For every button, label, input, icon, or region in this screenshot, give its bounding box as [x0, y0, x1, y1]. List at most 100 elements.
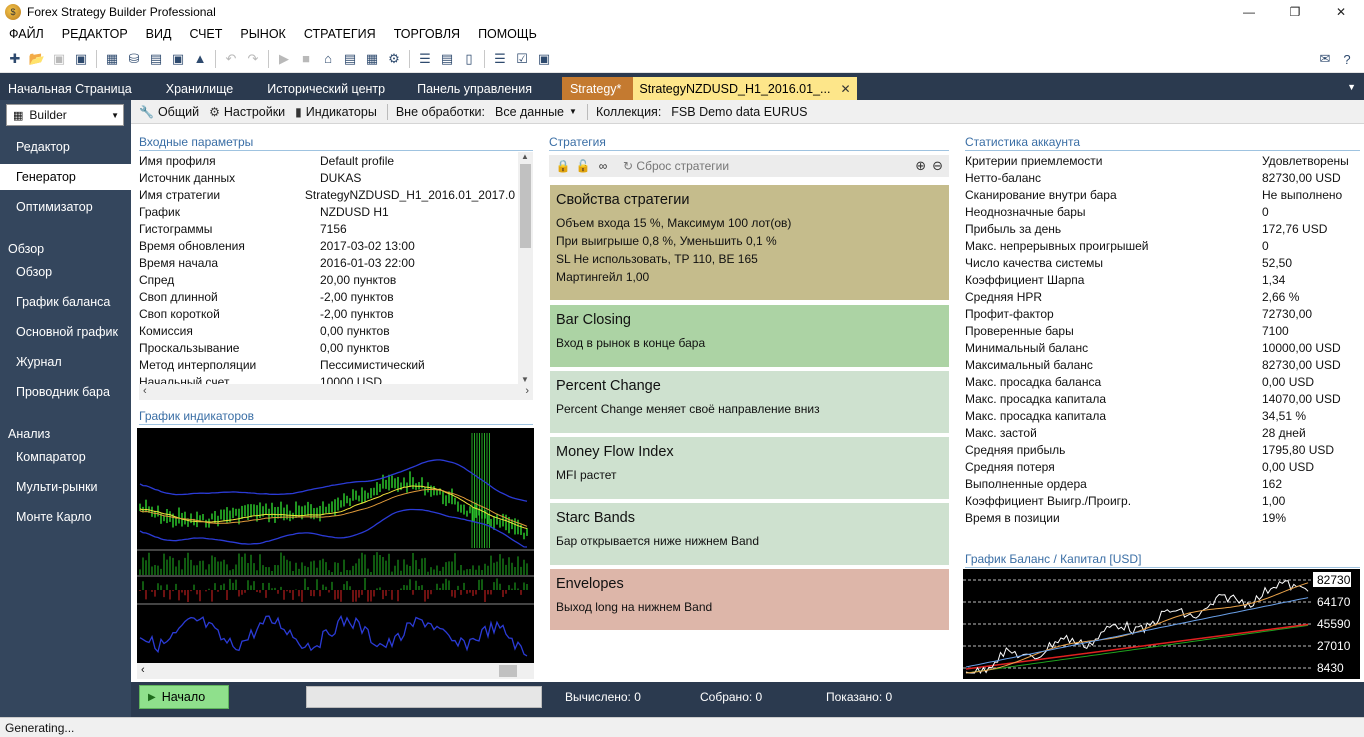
tab-strategy[interactable]: Strategy*	[561, 77, 634, 100]
strategy-slot-cond[interactable]: Money Flow Index MFI растет	[550, 437, 949, 499]
collection-value[interactable]: FSB Demo data EURUS	[671, 105, 807, 119]
strategy-slot-close[interactable]: Envelopes Выход long на нижнем Band	[550, 569, 949, 630]
scroll-left-icon[interactable]: ‹	[141, 664, 145, 676]
scrollbar-thumb[interactable]	[520, 164, 531, 248]
menu-editor[interactable]: РЕДАКТОР	[53, 27, 137, 41]
tab-strategy-file[interactable]: StrategyNZDUSD_H1_2016.01_... ✕	[633, 77, 857, 100]
sidebar-item-bar-explorer[interactable]: Проводник бара	[0, 379, 131, 405]
indicator-chart-svg	[137, 433, 534, 657]
params-horizontal-scrollbar[interactable]: ‹ ›	[139, 384, 533, 400]
param-value: Пессимистический	[320, 357, 425, 372]
param-value: 7156	[320, 221, 347, 236]
menu-file[interactable]: ФАЙЛ	[0, 27, 53, 41]
home-icon[interactable]: ⌂	[318, 49, 338, 69]
param-row: Имя профиля Default profile	[139, 152, 515, 169]
scroll-up-icon[interactable]: ▲	[521, 152, 529, 161]
sidebar-item-monte-carlo[interactable]: Монте Карло	[0, 504, 131, 530]
toolbar-divider	[484, 49, 485, 68]
folder-list-icon[interactable]: ▤	[437, 49, 457, 69]
play-icon[interactable]: ▶	[274, 49, 294, 69]
close-tab-icon[interactable]: ✕	[840, 82, 850, 96]
new-strategy-icon[interactable]: ✚	[5, 49, 25, 69]
settings-button[interactable]: ⚙ Настройки	[209, 105, 285, 119]
unlock-icon[interactable]: 🔓	[573, 159, 593, 173]
start-button[interactable]: ▶ Начало	[139, 685, 229, 709]
stat-name: Неоднозначные бары	[965, 204, 1086, 219]
tab-repository[interactable]: Хранилище	[146, 77, 248, 100]
strategy-slot-cond[interactable]: Starc Bands Бар открывается ниже нижнем B…	[550, 503, 949, 565]
document-icon[interactable]: ▯	[459, 49, 479, 69]
reset-strategy-button[interactable]: ↻ Сброс стратегии	[623, 159, 729, 173]
scrollbar-thumb[interactable]	[499, 665, 517, 677]
save-icon[interactable]: ▣	[49, 49, 69, 69]
stat-row: Выполненные ордера 162	[965, 475, 1360, 492]
menu-view[interactable]: ВИД	[137, 27, 181, 41]
general-button[interactable]: 🔧 Общий	[139, 105, 199, 119]
menu-trading[interactable]: ТОРГОВЛЯ	[385, 27, 469, 41]
redo-icon[interactable]: ↷	[243, 49, 263, 69]
menu-market[interactable]: РЫНОК	[231, 27, 294, 41]
portfolio-icon[interactable]: ▣	[534, 49, 554, 69]
export-icon[interactable]: ▤	[146, 49, 166, 69]
sidebar-group-overview: Обзор	[8, 242, 45, 256]
scroll-right-icon[interactable]: ›	[525, 385, 529, 397]
builder-selector[interactable]: ▦ Builder ▼	[6, 104, 124, 126]
indicators-icon[interactable]: ☰	[490, 49, 510, 69]
strategy-slot-cond[interactable]: Percent Change Percent Change меняет своё…	[550, 371, 949, 433]
checklist-icon[interactable]: ☑	[512, 49, 532, 69]
history-center-icon[interactable]: ▦	[362, 49, 382, 69]
zoom-out-icon[interactable]: ⊖	[932, 158, 943, 174]
strategy-slot-props[interactable]: Свойства стратегии Объем входа 15 %, Макс…	[550, 185, 949, 300]
help-icon[interactable]: ?	[1337, 49, 1357, 69]
sidebar-item-overview[interactable]: Обзор	[0, 259, 131, 285]
sidebar-item-journal[interactable]: Журнал	[0, 349, 131, 375]
lock-icon[interactable]: 🔒	[553, 159, 573, 173]
out-of-sample-dropdown[interactable]: Все данные ▼	[495, 105, 577, 119]
tab-history-center[interactable]: Исторический центр	[247, 77, 399, 100]
tabs-dropdown-icon[interactable]: ▼	[1347, 82, 1356, 92]
menu-strategy[interactable]: СТРАТЕГИЯ	[295, 27, 385, 41]
link-icon[interactable]: ∞	[593, 159, 613, 173]
load-data-icon[interactable]: ⛁	[124, 49, 144, 69]
sidebar-item-balance-chart[interactable]: График баланса	[0, 289, 131, 315]
market-data-icon[interactable]: ▦	[102, 49, 122, 69]
slot-description: Percent Change меняет своё направление в…	[556, 402, 820, 416]
sidebar-item-generator[interactable]: Генератор	[0, 164, 131, 190]
undo-icon[interactable]: ↶	[221, 49, 241, 69]
indicator-chart-scrollbar[interactable]: ‹	[137, 663, 534, 679]
tab-start-page[interactable]: Начальная Страница	[0, 77, 146, 100]
indicators-button[interactable]: ▮ Индикаторы	[295, 105, 377, 119]
sidebar-item-comparator[interactable]: Компаратор	[0, 444, 131, 470]
list-icon[interactable]: ☰	[415, 49, 435, 69]
sidebar-item-multi-market[interactable]: Мульти-рынки	[0, 474, 131, 500]
toolbar-divider	[268, 49, 269, 68]
zoom-in-icon[interactable]: ⊕	[915, 158, 926, 174]
upper-band-line	[139, 459, 528, 502]
sidebar-item-optimizer[interactable]: Оптимизатор	[0, 194, 131, 220]
minimize-button[interactable]: —	[1226, 0, 1272, 23]
open-folder-icon[interactable]: 📂	[27, 49, 47, 69]
scroll-left-icon[interactable]: ‹	[143, 385, 147, 397]
param-value: 10000 USD	[320, 374, 383, 385]
menu-help[interactable]: ПОМОЩЬ	[469, 27, 546, 41]
save-as-icon[interactable]: ▣	[71, 49, 91, 69]
menu-account[interactable]: СЧЕТ	[180, 27, 231, 41]
disk-icon[interactable]: ▣	[168, 49, 188, 69]
sidebar-item-editor[interactable]: Редактор	[0, 134, 131, 160]
close-window-button[interactable]: ✕	[1318, 0, 1364, 23]
strategy-slot-open[interactable]: Bar Closing Вход в рынок в конце бара	[550, 305, 949, 367]
feedback-icon[interactable]: ✉	[1315, 49, 1335, 69]
settings-gear-icon[interactable]: ⚙	[384, 49, 404, 69]
progress-bar	[306, 686, 542, 708]
stat-name: Прибыль за день	[965, 221, 1062, 236]
hat-menu-icon[interactable]: ▲	[190, 49, 210, 69]
scroll-down-icon[interactable]: ▼	[521, 375, 529, 384]
status-text: Generating...	[5, 720, 75, 735]
stop-icon[interactable]: ■	[296, 49, 316, 69]
tab-control-panel[interactable]: Панель управления	[399, 77, 562, 100]
maximize-button[interactable]: ❐	[1272, 0, 1318, 23]
sidebar-item-main-chart[interactable]: Основной график	[0, 319, 131, 345]
params-vertical-scrollbar[interactable]: ▲ ▼	[518, 152, 533, 384]
indicators-label: Индикаторы	[305, 104, 377, 119]
repository-icon[interactable]: ▤	[340, 49, 360, 69]
